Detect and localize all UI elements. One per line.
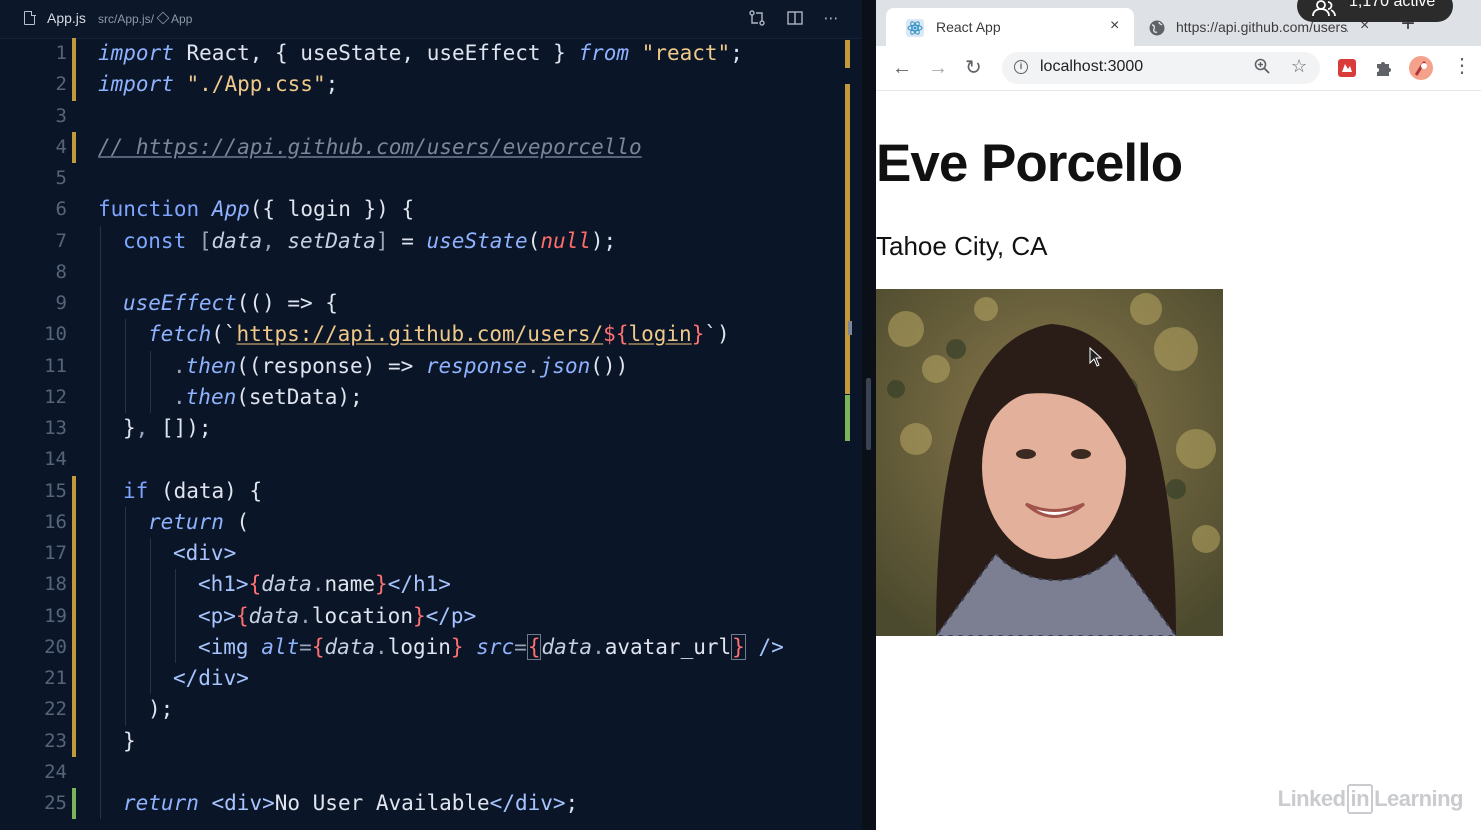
code-line: 1 import React, { useState, useEffect } f…: [0, 38, 862, 70]
code-line: 4// https://api.github.com/users/eveporc…: [0, 131, 862, 163]
browser-menu-icon[interactable]: ⋮: [1452, 56, 1472, 76]
back-button[interactable]: ←: [892, 58, 912, 78]
code-line: 21 </div>: [0, 663, 862, 695]
file-icon: [24, 10, 36, 25]
code-line: 12 .then(setData);: [0, 381, 862, 413]
tab-react-app[interactable]: React App ×: [886, 8, 1134, 46]
tab-title: React App: [936, 19, 1001, 35]
mouse-cursor-icon: [1089, 347, 1103, 367]
code-line: 15 if (data) {: [0, 475, 862, 507]
code-line: 11 .then((response) => response.json()): [0, 350, 862, 382]
split-divider[interactable]: [862, 0, 876, 830]
people-icon: [1311, 0, 1337, 17]
browser-window: React App × https://api.github.com/users…: [876, 0, 1481, 830]
code-line: 3: [55, 104, 67, 127]
code-line: 24: [0, 756, 862, 788]
globe-icon: [1148, 19, 1166, 37]
linkedin-learning-watermark: Linked in Learning: [1278, 784, 1463, 814]
code-line: 16 return (: [0, 506, 862, 538]
extension-icon[interactable]: [1337, 58, 1357, 78]
code-line: 18 <h1>{data.name}</h1>: [0, 569, 862, 601]
code-line: 9 useEffect(() => {: [0, 288, 862, 320]
code-line: 5: [55, 167, 67, 189]
zoom-icon[interactable]: [1254, 58, 1270, 79]
git-compare-icon[interactable]: [748, 9, 766, 27]
breadcrumb-path[interactable]: src/App.js/: [98, 12, 154, 26]
scrollbar-overview[interactable]: [845, 38, 852, 830]
code-line: 20 <img alt={data.login} src={data.avatar…: [0, 631, 862, 663]
code-line: 14: [0, 444, 862, 476]
code-line: 19 <p>{data.location}</p>: [0, 600, 862, 632]
reload-button[interactable]: ↻: [965, 58, 982, 78]
code-line: 10 fetch(`https://api.github.com/users/${…: [0, 319, 862, 351]
editor-breadcrumb-bar: App.js src/App.js/App ⋯: [0, 0, 862, 39]
close-tab-icon[interactable]: ×: [1110, 17, 1119, 35]
breadcrumb[interactable]: src/App.js/App: [98, 11, 192, 26]
split-editor-icon[interactable]: [786, 9, 804, 27]
code-line: 17 <div>: [0, 538, 862, 570]
browser-toolbar: ← → ↻ i localhost:3000 ☆ ⋮: [876, 46, 1481, 91]
user-location: Tahoe City, CA: [876, 231, 1048, 261]
file-name[interactable]: App.js: [47, 10, 86, 26]
symbol-icon: [156, 11, 170, 25]
code-line: 23}: [0, 725, 862, 757]
code-line: 7 const [data, setData] = useState(null);: [0, 225, 862, 257]
user-name-heading: Eve Porcello: [876, 134, 1183, 193]
active-users-badge: 1,170 active: [1297, 0, 1453, 22]
divider-handle[interactable]: [866, 378, 871, 450]
web-page-content: Eve Porcello Tahoe City, CA Linked in Le…: [876, 91, 1481, 830]
code-line: 25 return <div>No User Available</div>;: [0, 788, 862, 820]
code-line: 2 import "./App.css";: [0, 69, 862, 101]
code-line: 22);: [0, 694, 862, 726]
code-area[interactable]: 1 import React, { useState, useEffect } f…: [0, 38, 862, 820]
bookmark-star-icon[interactable]: ☆: [1291, 56, 1307, 77]
active-users-count: 1,170 active: [1349, 0, 1436, 10]
address-bar[interactable]: i localhost:3000 ☆: [1002, 52, 1320, 84]
forward-button[interactable]: →: [928, 58, 948, 78]
react-logo-icon: [906, 19, 924, 37]
more-actions-icon[interactable]: ⋯: [822, 9, 840, 27]
profile-avatar[interactable]: [1408, 55, 1434, 81]
tab-strip: React App × https://api.github.com/users…: [876, 0, 1481, 46]
address-text[interactable]: localhost:3000: [1040, 58, 1143, 76]
user-avatar-image: [876, 289, 1223, 636]
breadcrumb-symbol[interactable]: App: [171, 12, 192, 26]
code-line: 6 function App({ login }) {: [55, 197, 415, 222]
extensions-puzzle-icon[interactable]: [1374, 58, 1394, 78]
site-info-icon[interactable]: i: [1014, 60, 1028, 74]
code-editor[interactable]: App.js src/App.js/App ⋯ 1 import React, {…: [0, 0, 862, 830]
code-line: 8: [0, 256, 862, 288]
code-line: 13}, []);: [0, 413, 862, 445]
